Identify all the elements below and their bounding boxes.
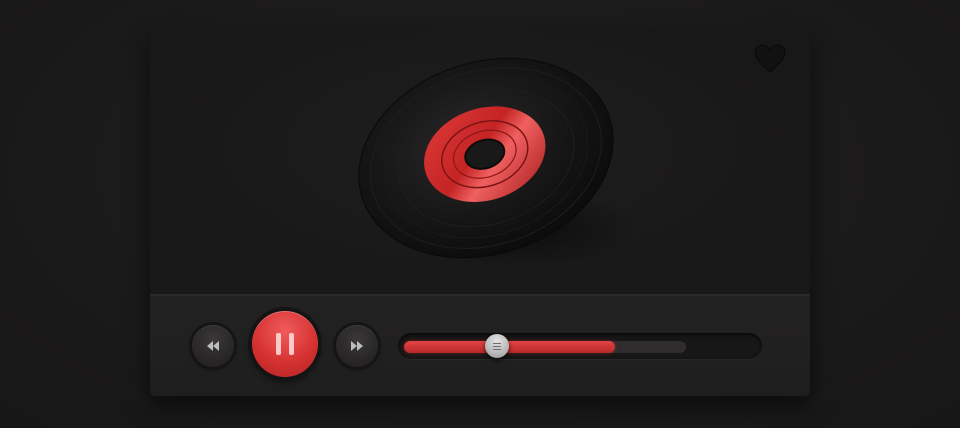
fast-forward-icon	[351, 341, 363, 351]
playback-controls	[150, 294, 810, 396]
page-background	[0, 0, 960, 428]
progress-bar	[404, 341, 615, 353]
seek-slider[interactable]	[398, 333, 762, 359]
music-player-card	[150, 28, 810, 396]
vinyl-record-artwork	[350, 54, 640, 274]
rewind-icon	[207, 341, 219, 351]
heart-icon[interactable]	[754, 44, 786, 74]
rewind-button[interactable]	[192, 325, 234, 367]
pause-icon	[276, 333, 294, 355]
fast-forward-button[interactable]	[336, 325, 378, 367]
artwork-area	[150, 28, 810, 294]
seek-handle[interactable]	[485, 334, 509, 358]
pause-button[interactable]	[252, 311, 318, 377]
